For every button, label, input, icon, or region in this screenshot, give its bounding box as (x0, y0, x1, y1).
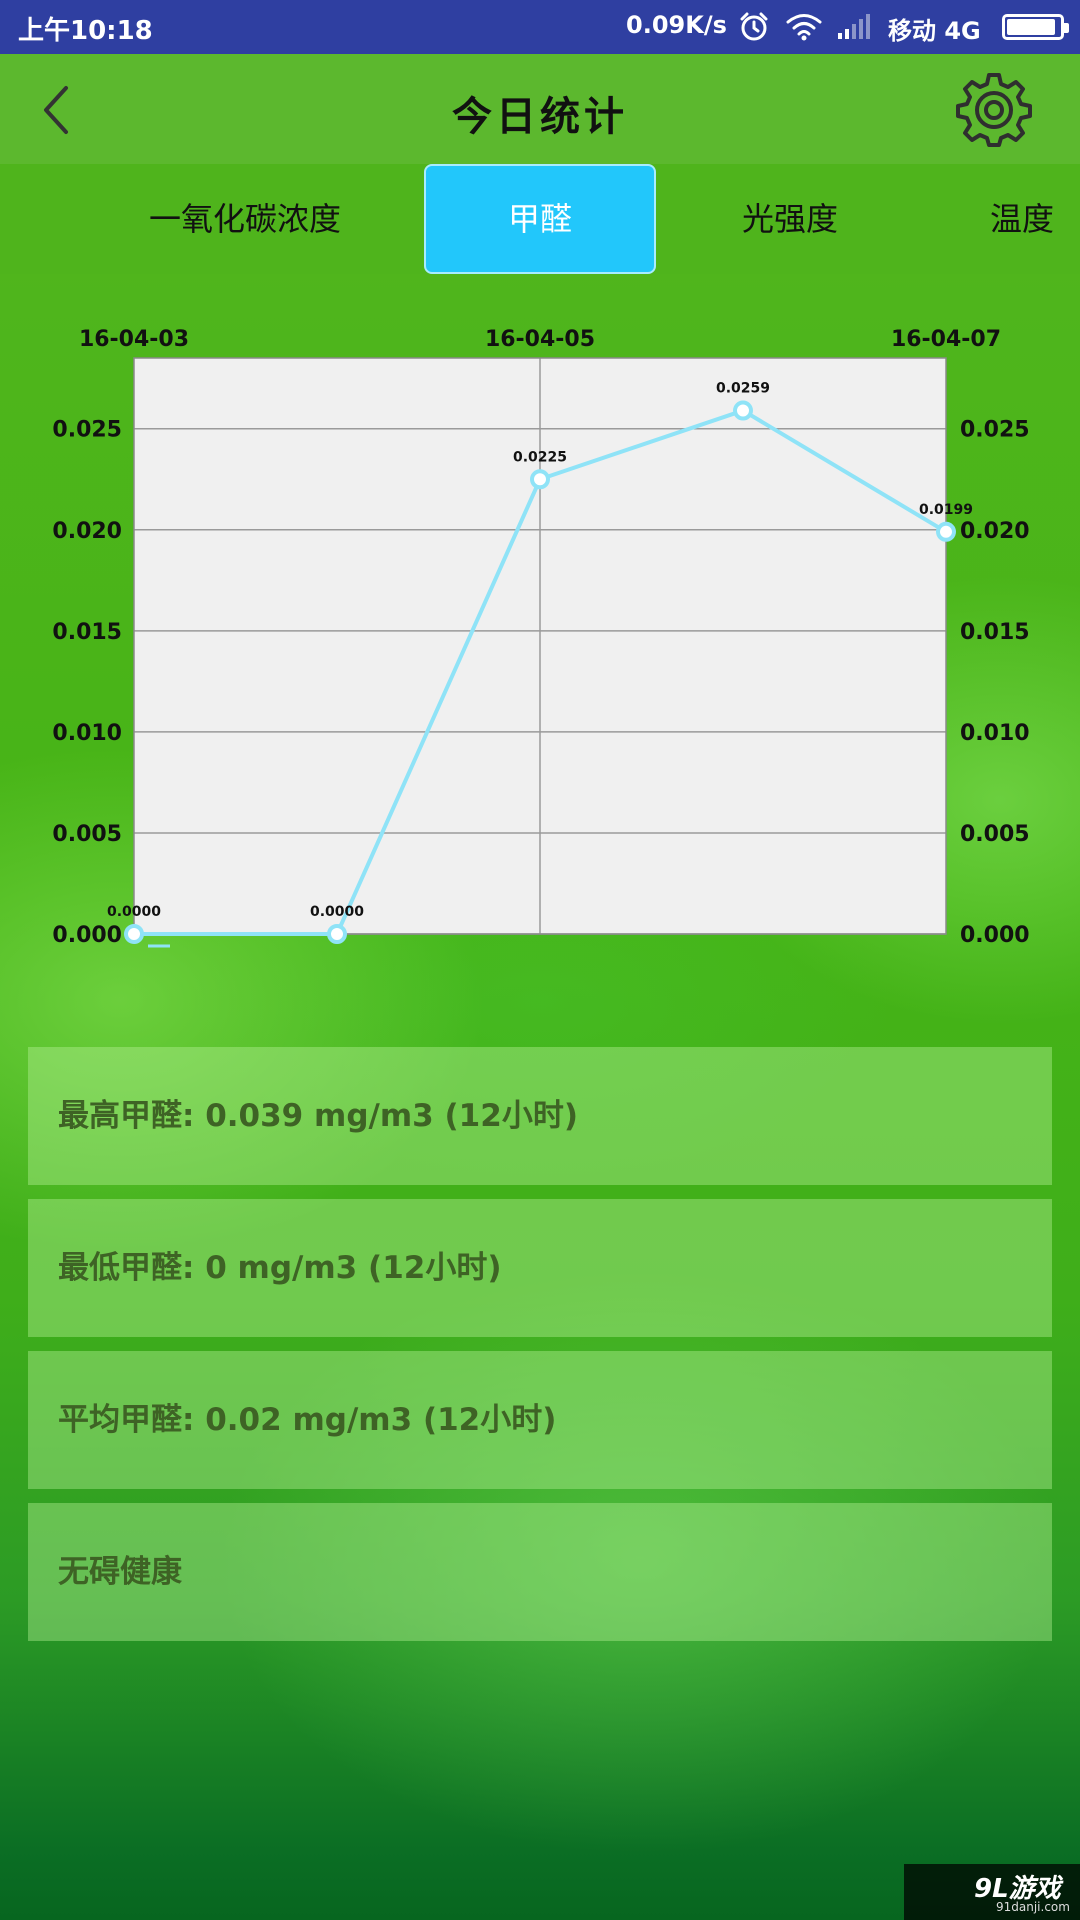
stat-card-max: 最高甲醛: 0.039 mg/m3 (12小时) (28, 1047, 1052, 1185)
tab-bar: 一氧化碳浓度 甲醛 光强度 温度 (0, 164, 1080, 274)
x-tick-label: 16-04-07 (891, 327, 1001, 352)
carrier-label: 移动 4G (888, 17, 981, 45)
x-tick-label: 16-04-05 (485, 327, 595, 352)
data-label: 0.0225 (513, 449, 567, 465)
battery-icon (1002, 14, 1069, 40)
status-bar: 上午10:18 0.09K/s 移动 4G (0, 0, 1080, 54)
status-time: 上午10:18 (18, 16, 153, 46)
data-point (733, 400, 753, 421)
y-tick-label-right: 0.005 (960, 822, 1030, 847)
data-label: 0.0199 (919, 502, 973, 518)
data-point (936, 521, 956, 542)
data-point (327, 924, 347, 944)
stat-card-min: 最低甲醛: 0 mg/m3 (12小时) (28, 1199, 1052, 1337)
data-label: 0.0000 (107, 904, 161, 920)
formaldehyde-chart: 0.000 0.000 0.005 0.005 0.010 0.010 0.015 0.015… (0, 300, 1080, 980)
watermark: 9L游戏 91danji.com (904, 1864, 1080, 1920)
y-tick-label-right: 0.015 (960, 620, 1030, 645)
data-point (530, 469, 550, 490)
page-title: 今日统计 (452, 94, 628, 140)
x-tick-label: 16-04-03 (79, 327, 189, 352)
y-tick-label-left: 0.015 (52, 620, 122, 645)
y-tick-label-left: 0.010 (52, 721, 122, 746)
data-label: 0.0000 (310, 904, 364, 920)
settings-button[interactable] (956, 71, 1032, 147)
tab-carbon-monoxide[interactable]: 一氧化碳浓度 (110, 164, 380, 274)
alarm-icon (738, 11, 770, 47)
data-label: 0.0259 (716, 381, 770, 397)
wifi-icon (786, 13, 822, 45)
data-point (124, 924, 144, 944)
y-tick-label-left: 0.020 (52, 519, 122, 544)
tab-formaldehyde[interactable]: 甲醛 (424, 164, 656, 274)
line-chart: 0.000 0.000 0.005 0.005 0.010 0.010 0.015 0.015… (52, 327, 1030, 948)
y-tick-label-left: 0.000 (52, 923, 122, 948)
battery-level (1007, 19, 1055, 35)
y-tick-label-left: 0.005 (52, 822, 122, 847)
y-tick-label-left: 0.025 (52, 418, 122, 443)
y-tick-label-right: 0.010 (960, 721, 1030, 746)
gear-icon (956, 73, 1032, 147)
stat-card-average: 平均甲醛: 0.02 mg/m3 (12小时) (28, 1351, 1052, 1489)
tab-light-intensity[interactable]: 光强度 (700, 164, 880, 274)
health-status-text: 无碍健康 (58, 1554, 182, 1590)
app-bar: 今日统计 (0, 54, 1080, 164)
y-tick-label-right: 0.020 (960, 519, 1030, 544)
tab-temperature[interactable]: 温度 (990, 164, 1080, 274)
signal-icon (836, 13, 872, 45)
y-tick-label-right: 0.025 (960, 418, 1030, 443)
y-tick-label-right: 0.000 (960, 923, 1030, 948)
network-speed: 0.09K/s (626, 11, 727, 39)
battery-cap (1064, 23, 1069, 33)
max-formaldehyde-text: 最高甲醛: 0.039 mg/m3 (12小时) (58, 1098, 578, 1134)
average-formaldehyde-text: 平均甲醛: 0.02 mg/m3 (12小时) (58, 1402, 557, 1438)
stat-card-health: 无碍健康 (28, 1503, 1052, 1641)
watermark-url: 91danji.com (996, 1900, 1070, 1914)
min-formaldehyde-text: 最低甲醛: 0 mg/m3 (12小时) (58, 1250, 502, 1286)
